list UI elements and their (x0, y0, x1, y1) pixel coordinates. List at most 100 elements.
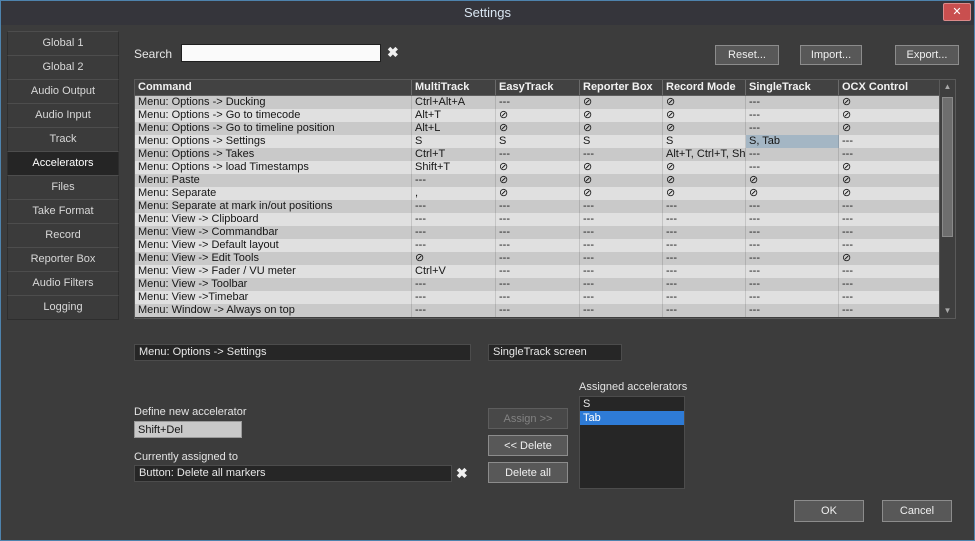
sidebar-item-record[interactable]: Record (7, 223, 119, 248)
command-cell[interactable]: Menu: Separate at mark in/out positions (135, 200, 412, 213)
shortcut-cell[interactable]: Alt+T (412, 109, 496, 122)
ok-button[interactable]: OK (794, 500, 864, 522)
shortcut-cell[interactable]: ⊘ (839, 174, 940, 187)
shortcut-cell[interactable]: ⊘ (746, 174, 839, 187)
shortcut-cell[interactable]: --- (746, 213, 839, 226)
sidebar-item-global-2[interactable]: Global 2 (7, 55, 119, 80)
shortcut-cell[interactable]: --- (839, 265, 940, 278)
command-cell[interactable]: Menu: View -> Commandbar (135, 226, 412, 239)
shortcut-cell[interactable]: --- (496, 148, 580, 161)
delete-accelerator-button[interactable]: << Delete (488, 435, 568, 456)
column-header[interactable]: OCX Control (839, 80, 940, 95)
clear-search-icon[interactable]: ✖ (387, 44, 399, 61)
table-row[interactable]: Menu: View -> Fader / VU meterCtrl+V----… (135, 265, 940, 278)
shortcut-cell[interactable]: ⊘ (839, 109, 940, 122)
table-row[interactable]: Menu: Options -> SettingsSSSSS, Tab--- (135, 135, 940, 148)
shortcut-cell[interactable]: --- (839, 200, 940, 213)
vertical-scrollbar[interactable]: ▲ ▼ (939, 80, 955, 318)
import-button[interactable]: Import... (800, 45, 862, 65)
shortcut-cell[interactable]: --- (412, 239, 496, 252)
shortcut-cell[interactable]: --- (496, 200, 580, 213)
shortcut-cell[interactable]: Shift+T (412, 161, 496, 174)
shortcut-cell[interactable]: --- (746, 148, 839, 161)
shortcut-cell[interactable]: ⊘ (839, 252, 940, 265)
shortcut-cell[interactable]: --- (412, 304, 496, 317)
shortcut-cell[interactable]: --- (746, 161, 839, 174)
shortcut-cell[interactable]: ⊘ (496, 187, 580, 200)
define-accelerator-input[interactable] (134, 421, 242, 438)
shortcut-cell[interactable]: S (580, 135, 663, 148)
command-cell[interactable]: Menu: View -> Clipboard (135, 213, 412, 226)
cancel-button[interactable]: Cancel (882, 500, 952, 522)
sidebar-item-audio-input[interactable]: Audio Input (7, 103, 119, 128)
table-row[interactable]: Menu: View -> Toolbar------------------ (135, 278, 940, 291)
table-row[interactable]: Menu: View -> Edit Tools⊘------------⊘ (135, 252, 940, 265)
sidebar-item-accelerators[interactable]: Accelerators (7, 151, 119, 176)
sidebar-item-track[interactable]: Track (7, 127, 119, 152)
shortcut-cell[interactable]: ⊘ (663, 161, 746, 174)
shortcut-cell[interactable]: --- (580, 278, 663, 291)
sidebar-item-audio-output[interactable]: Audio Output (7, 79, 119, 104)
table-row[interactable]: Menu: View -> Default layout------------… (135, 239, 940, 252)
shortcut-cell[interactable]: --- (746, 265, 839, 278)
command-cell[interactable]: Menu: Paste (135, 174, 412, 187)
column-header[interactable]: Reporter Box (580, 80, 663, 95)
table-row[interactable]: Menu: Options -> TakesCtrl+T------Alt+T,… (135, 148, 940, 161)
shortcut-cell[interactable]: Alt+L (412, 122, 496, 135)
sidebar-item-audio-filters[interactable]: Audio Filters (7, 271, 119, 296)
table-row[interactable]: Menu: Options -> Go to timecodeAlt+T⊘⊘⊘-… (135, 109, 940, 122)
export-button[interactable]: Export... (895, 45, 959, 65)
accelerator-item[interactable]: S (580, 397, 684, 411)
shortcut-cell[interactable]: --- (412, 174, 496, 187)
shortcut-cell[interactable]: S (496, 135, 580, 148)
shortcut-cell[interactable]: --- (496, 226, 580, 239)
assigned-accelerators-list[interactable]: STab (579, 396, 685, 489)
command-cell[interactable]: Menu: Options -> Ducking (135, 96, 412, 109)
shortcut-cell[interactable]: --- (496, 265, 580, 278)
shortcut-cell[interactable]: --- (496, 278, 580, 291)
shortcut-cell[interactable]: --- (580, 304, 663, 317)
command-cell[interactable]: Menu: Options -> Settings (135, 135, 412, 148)
shortcut-cell[interactable]: ⊘ (580, 161, 663, 174)
shortcut-cell[interactable]: ⊘ (580, 109, 663, 122)
command-cell[interactable]: Menu: View -> Edit Tools (135, 252, 412, 265)
command-cell[interactable]: Menu: Separate (135, 187, 412, 200)
shortcut-cell[interactable]: --- (496, 96, 580, 109)
shortcut-cell[interactable]: ⊘ (746, 187, 839, 200)
shortcut-cell[interactable]: --- (663, 291, 746, 304)
table-row[interactable]: Menu: Options -> DuckingCtrl+Alt+A---⊘⊘-… (135, 96, 940, 109)
shortcut-cell[interactable]: , (412, 187, 496, 200)
shortcut-cell[interactable]: --- (839, 304, 940, 317)
shortcut-cell[interactable]: --- (412, 226, 496, 239)
shortcut-cell[interactable]: --- (839, 291, 940, 304)
shortcut-cell[interactable]: --- (580, 291, 663, 304)
column-header[interactable]: SingleTrack (746, 80, 839, 95)
table-row[interactable]: Menu: Separate,⊘⊘⊘⊘⊘ (135, 187, 940, 200)
table-row[interactable]: Menu: View -> Clipboard-----------------… (135, 213, 940, 226)
shortcut-cell[interactable]: --- (839, 226, 940, 239)
shortcut-cell[interactable]: --- (746, 122, 839, 135)
shortcut-cell[interactable]: --- (580, 239, 663, 252)
shortcut-cell[interactable]: ⊘ (663, 122, 746, 135)
shortcut-cell[interactable]: --- (663, 239, 746, 252)
shortcut-cell[interactable]: --- (580, 226, 663, 239)
shortcut-cell[interactable]: --- (746, 239, 839, 252)
clear-assignment-icon[interactable]: ✖ (456, 465, 468, 482)
table-row[interactable]: Menu: View ->Timebar------------------ (135, 291, 940, 304)
shortcut-cell[interactable]: ⊘ (412, 252, 496, 265)
shortcut-cell[interactable]: --- (580, 252, 663, 265)
shortcut-cell[interactable]: ⊘ (663, 96, 746, 109)
column-header[interactable]: Command (135, 80, 412, 95)
column-header[interactable]: EasyTrack (496, 80, 580, 95)
command-cell[interactable]: Menu: Options -> Takes (135, 148, 412, 161)
command-cell[interactable]: Menu: View -> Toolbar (135, 278, 412, 291)
shortcut-cell[interactable]: --- (496, 291, 580, 304)
shortcut-cell[interactable]: ⊘ (839, 122, 940, 135)
shortcut-cell[interactable]: --- (580, 148, 663, 161)
shortcut-cell[interactable]: ⊘ (839, 187, 940, 200)
sidebar-item-global-1[interactable]: Global 1 (7, 31, 119, 56)
shortcut-cell[interactable]: --- (746, 278, 839, 291)
scrollbar-thumb[interactable] (942, 97, 953, 237)
shortcut-cell[interactable]: --- (839, 278, 940, 291)
reset-button[interactable]: Reset... (715, 45, 779, 65)
